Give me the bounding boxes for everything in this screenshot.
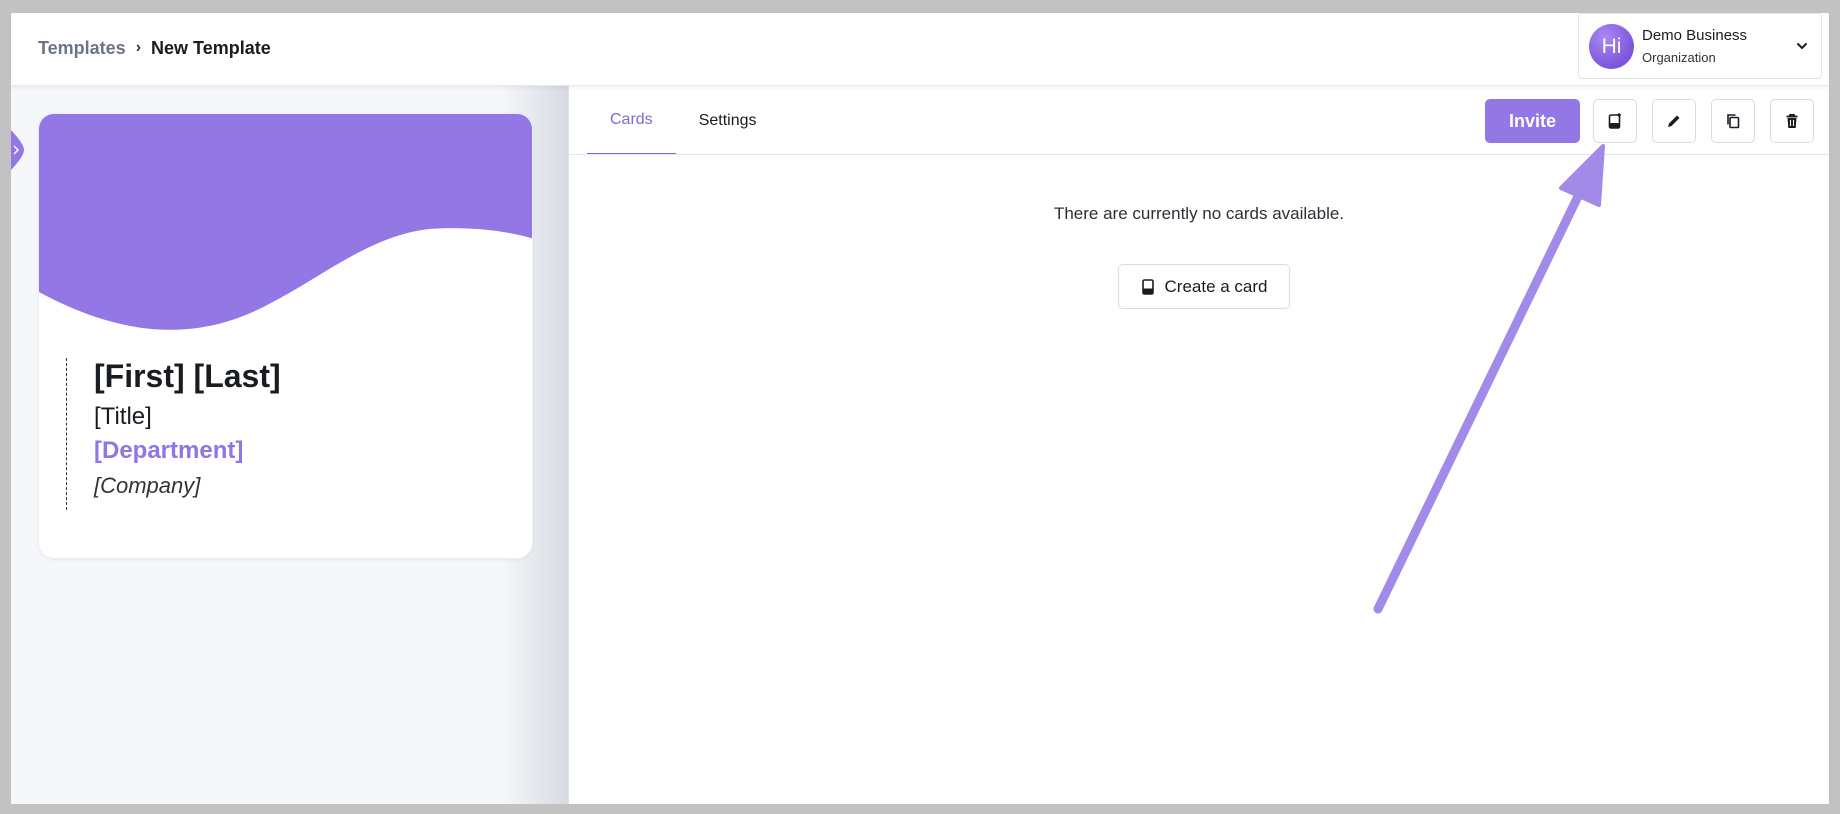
card-name: [First] [Last] — [94, 358, 281, 394]
breadcrumb-separator: › — [135, 39, 142, 56]
tab-cards[interactable]: Cards — [587, 86, 676, 155]
breadcrumb-current: New Template — [151, 37, 271, 58]
card-text-rule — [66, 358, 67, 510]
organization-name: Demo Business — [1642, 27, 1748, 44]
delete-button[interactable] — [1770, 99, 1814, 143]
empty-state-message: There are currently no cards available. — [1053, 204, 1345, 223]
business-card-preview: [First] [Last] [Title] [Department] [Com… — [38, 113, 533, 559]
create-card-button[interactable]: Create a card — [1118, 264, 1290, 309]
delete-icon — [1786, 114, 1798, 128]
add-card-icon — [1608, 113, 1621, 129]
breadcrumb: Templates › New Template — [38, 36, 271, 60]
card-header-wave — [39, 114, 532, 330]
card-icon — [1141, 278, 1154, 295]
tab-settings[interactable]: Settings — [676, 86, 780, 155]
invite-button[interactable]: Invite — [1485, 99, 1580, 143]
panel-divider — [568, 86, 569, 804]
tab-bar: Cards Settings — [587, 86, 780, 155]
card-title: [Title] — [94, 403, 152, 430]
sidebar-toggle-icon[interactable] — [11, 130, 24, 170]
top-header: Templates › New Template Hi Demo Busines… — [11, 13, 1829, 86]
duplicate-icon — [1727, 114, 1740, 129]
add-card-button[interactable] — [1593, 99, 1637, 143]
card-department: [Department] — [94, 437, 244, 464]
card-company: [Company] — [94, 473, 201, 498]
chevron-down-icon — [1797, 43, 1807, 49]
avatar: Hi — [1589, 24, 1634, 69]
organization-switcher[interactable]: Hi Demo Business Organization — [1578, 13, 1822, 79]
breadcrumb-templates-link[interactable]: Templates — [38, 38, 126, 59]
create-card-label: Create a card — [1164, 276, 1268, 296]
edit-icon — [1668, 115, 1680, 127]
app-window: Templates › New Template Hi Demo Busines… — [11, 13, 1829, 804]
tab-underline — [569, 154, 1829, 155]
edit-button[interactable] — [1652, 99, 1696, 143]
organization-type: Organization — [1642, 50, 1716, 65]
duplicate-button[interactable] — [1711, 99, 1755, 143]
